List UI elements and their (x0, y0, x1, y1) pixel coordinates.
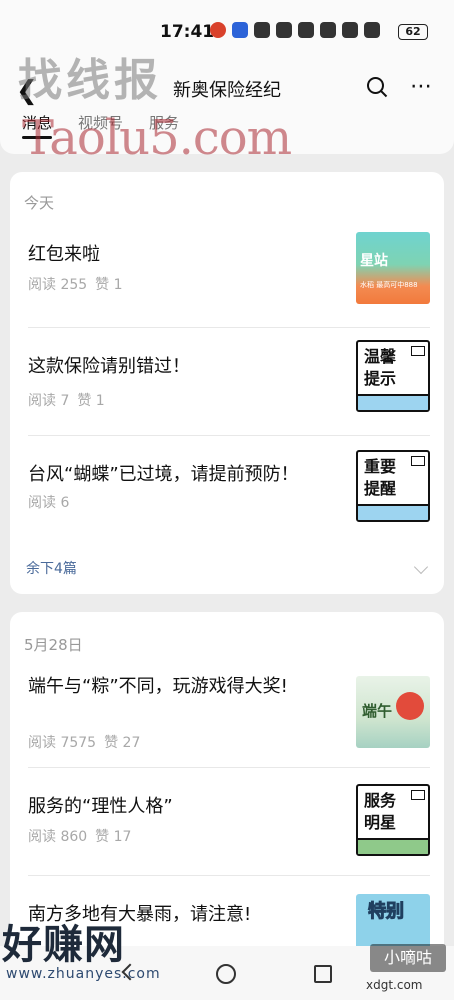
flag-icon (411, 456, 425, 466)
thumbnail-text: 端午 (362, 702, 393, 720)
article-item[interactable]: 端午与“粽”不同，玩游戏得大奖! 阅读 7575 赞 27 端午 (24, 660, 430, 768)
message-group-today: 今天 红包来啦 阅读 255 赞 1 星站 水稻 最高可中888 这款保险请别错过… (10, 172, 444, 594)
zongzi-icon (396, 692, 424, 720)
hotspot-icon (320, 22, 336, 38)
watermark-badge-url: xdgt.com (366, 978, 423, 992)
flag-icon (411, 346, 425, 356)
article-stats: 阅读 7 赞 1 (28, 390, 105, 410)
search-icon[interactable] (366, 76, 388, 98)
signal-4g-icon (364, 22, 380, 38)
read-count: 阅读 255 (28, 277, 88, 293)
nav-home-icon[interactable] (216, 964, 236, 984)
status-time: 17:41 (160, 22, 215, 42)
read-count: 阅读 860 (28, 829, 88, 845)
eye-icon (254, 22, 270, 38)
article-title: 服务的“理性人格” (28, 796, 173, 817)
article-title: 这款保险请别错过！ (28, 356, 190, 377)
thumbnail-text: 服务明星 (364, 791, 397, 832)
thumbnail-subtext: 水稻 最高可中888 (360, 281, 418, 289)
group-date: 5月28日 (24, 636, 83, 654)
read-count: 阅读 6 (28, 495, 70, 511)
thumbnail-band (358, 838, 428, 854)
vibrate-icon (298, 22, 314, 38)
like-count: 赞 27 (104, 735, 141, 751)
more-articles-link[interactable]: 余下4篇 (26, 558, 77, 578)
article-thumbnail: 服务明星 (356, 784, 430, 856)
article-title: 台风“蝴蝶”已过境，请提前预防！ (28, 464, 299, 485)
thumbnail-text: 温馨提示 (364, 347, 397, 388)
signal-5g-icon (342, 22, 358, 38)
like-count: 赞 17 (95, 829, 132, 845)
more-icon[interactable]: ⋯ (410, 74, 433, 99)
chevron-down-icon[interactable] (413, 559, 429, 575)
article-item[interactable]: 服务的“理性人格” 阅读 860 赞 17 服务明星 (24, 768, 430, 876)
article-stats: 阅读 860 赞 17 (28, 826, 131, 846)
thumbnail-text: 重要提醒 (364, 457, 397, 498)
article-item[interactable]: 这款保险请别错过！ 阅读 7 赞 1 温馨提示 (24, 328, 430, 436)
article-thumbnail: 重要提醒 (356, 450, 430, 522)
group-date: 今天 (24, 194, 55, 212)
thumbnail-text: 特别 (368, 901, 405, 922)
battery-icon: 62 (398, 24, 428, 40)
flag-icon (411, 790, 425, 800)
status-icons (210, 22, 380, 38)
like-count: 赞 1 (77, 393, 105, 409)
weibo-icon (210, 22, 226, 38)
nav-recents-icon[interactable] (314, 965, 332, 983)
article-thumbnail: 星站 水稻 最高可中888 (356, 232, 430, 304)
article-stats: 阅读 6 (28, 492, 69, 512)
alarm-icon (276, 22, 292, 38)
watermark-bottom-url: www.zhuanyes.com (6, 966, 161, 982)
article-thumbnail: 温馨提示 (356, 340, 430, 412)
article-stats: 阅读 7575 赞 27 (28, 732, 140, 752)
watermark-top: 找线报 (18, 55, 162, 106)
thumbnail-band (358, 504, 428, 520)
thumbnail-text: 星站 (360, 253, 388, 269)
app-notification-icon (232, 22, 248, 38)
read-count: 阅读 7 (28, 393, 70, 409)
read-count: 阅读 7575 (28, 735, 97, 751)
thumbnail-band (358, 394, 428, 410)
article-stats: 阅读 255 赞 1 (28, 274, 123, 294)
article-title: 红包来啦 (28, 244, 100, 265)
article-title: 端午与“粽”不同，玩游戏得大奖! (28, 676, 288, 697)
watermark-badge: 小嘀咕 (370, 944, 446, 972)
watermark-url: Taolu5.com (22, 110, 292, 166)
like-count: 赞 1 (95, 277, 123, 293)
article-thumbnail: 端午 (356, 676, 430, 748)
watermark-bottom: 好赚网 (2, 922, 125, 968)
article-item[interactable]: 台风“蝴蝶”已过境，请提前预防！ 阅读 6 重要提醒 (24, 436, 430, 544)
article-item[interactable]: 红包来啦 阅读 255 赞 1 星站 水稻 最高可中888 (24, 220, 430, 328)
